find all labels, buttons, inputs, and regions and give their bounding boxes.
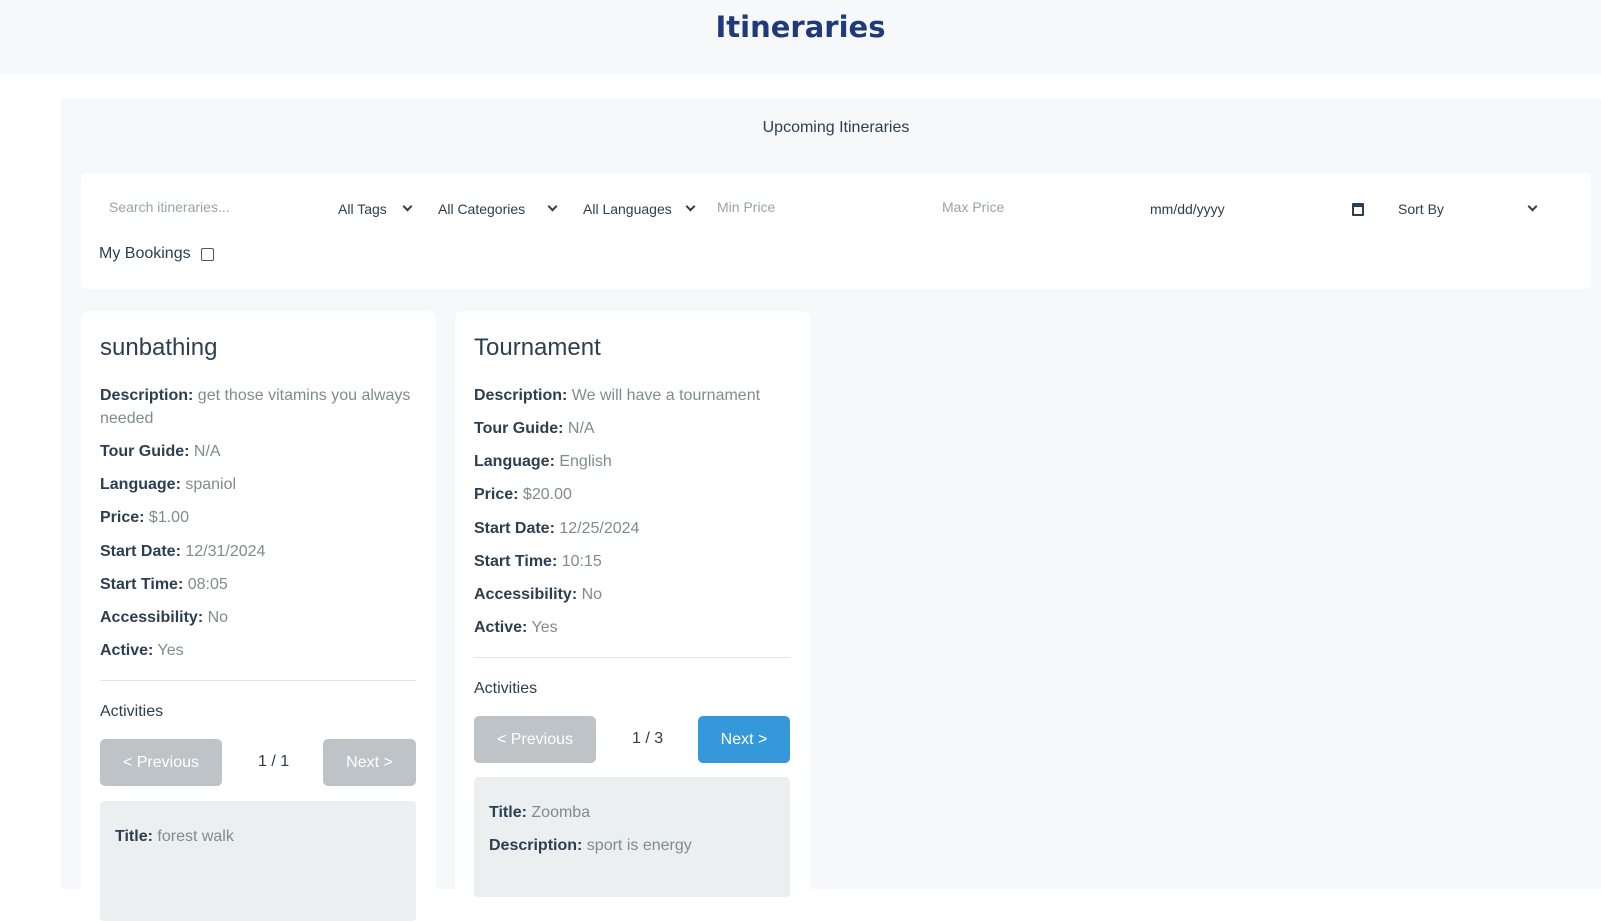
divider (474, 657, 790, 658)
divider (100, 680, 416, 681)
my-bookings-checkbox[interactable] (200, 247, 214, 261)
sort-by-select[interactable]: Sort By (1398, 199, 1538, 219)
languages-select[interactable]: All Languages (583, 199, 696, 219)
itinerary-card: sunbathing Description: get those vitami… (81, 311, 436, 921)
next-activity-button[interactable]: Next > (323, 739, 416, 786)
date-input[interactable]: mm/dd/yyyy (1150, 199, 1364, 219)
section-title: Upcoming Itineraries (762, 119, 910, 136)
activity-page-counter: 1 / 1 (258, 753, 290, 770)
activities-heading: Activities (474, 680, 538, 697)
itinerary-description: Description: We will have a tournament (474, 387, 761, 404)
itineraries-panel: Upcoming Itineraries All Tags All Catego… (61, 99, 1601, 921)
max-price-input[interactable] (932, 189, 1142, 225)
itinerary-start-time: Start Time: 08:05 (100, 576, 228, 593)
chevron-down-icon (685, 201, 696, 212)
itinerary-start-date: Start Date: 12/31/2024 (100, 543, 266, 560)
sort-by-value: Sort By (1398, 201, 1444, 217)
itinerary-accessibility: Accessibility: No (474, 586, 603, 603)
itinerary-price: Price: $1.00 (100, 509, 189, 526)
itinerary-tour-guide: Tour Guide: N/A (474, 420, 595, 437)
itinerary-active: Active: Yes (474, 619, 558, 636)
activity-title: Title: Zoomba (489, 804, 591, 821)
activity-page-counter: 1 / 3 (632, 730, 664, 747)
itinerary-price: Price: $20.00 (474, 486, 572, 503)
chevron-down-icon (402, 201, 413, 212)
min-price-input[interactable] (707, 189, 917, 225)
tags-select-value: All Tags (338, 201, 387, 217)
itinerary-card: Tournament Description: We will have a t… (455, 311, 810, 911)
chevron-down-icon (1527, 201, 1538, 212)
itinerary-start-time: Start Time: 10:15 (474, 553, 602, 570)
activity-item: Title: forest walk (100, 801, 416, 921)
categories-select-value: All Categories (438, 201, 526, 217)
page-header: Itineraries (0, 0, 1601, 74)
activity-title: Title: forest walk (115, 828, 234, 845)
languages-select-value: All Languages (583, 201, 672, 217)
date-placeholder: mm/dd/yyyy (1150, 201, 1225, 217)
activity-item: Title: Zoomba Description: sport is ener… (474, 777, 790, 897)
page-title: Itineraries (715, 10, 886, 44)
itinerary-language: Language: spaniol (100, 476, 237, 493)
search-input[interactable] (99, 189, 314, 225)
chevron-down-icon (547, 201, 558, 212)
my-bookings-toggle[interactable]: My Bookings (99, 245, 214, 263)
itinerary-title: Tournament (474, 334, 601, 361)
activities-heading: Activities (100, 703, 164, 720)
activity-description: Description: sport is energy (489, 837, 692, 854)
itinerary-active: Active: Yes (100, 642, 184, 659)
itinerary-tour-guide: Tour Guide: N/A (100, 443, 221, 460)
itinerary-description: Description: get those vitamins you alwa… (100, 387, 411, 427)
itinerary-accessibility: Accessibility: No (100, 609, 229, 626)
itinerary-title: sunbathing (100, 334, 218, 361)
categories-select[interactable]: All Categories (438, 199, 558, 219)
my-bookings-label: My Bookings (99, 245, 191, 262)
next-activity-button[interactable]: Next > (698, 716, 790, 763)
previous-activity-button[interactable]: < Previous (100, 739, 222, 786)
previous-activity-button[interactable]: < Previous (474, 716, 596, 763)
calendar-icon[interactable] (1352, 202, 1364, 216)
itinerary-language: Language: English (474, 453, 612, 470)
itinerary-start-date: Start Date: 12/25/2024 (474, 520, 640, 537)
filter-bar: All Tags All Categories All Languages mm… (81, 173, 1591, 289)
tags-select[interactable]: All Tags (338, 199, 413, 219)
